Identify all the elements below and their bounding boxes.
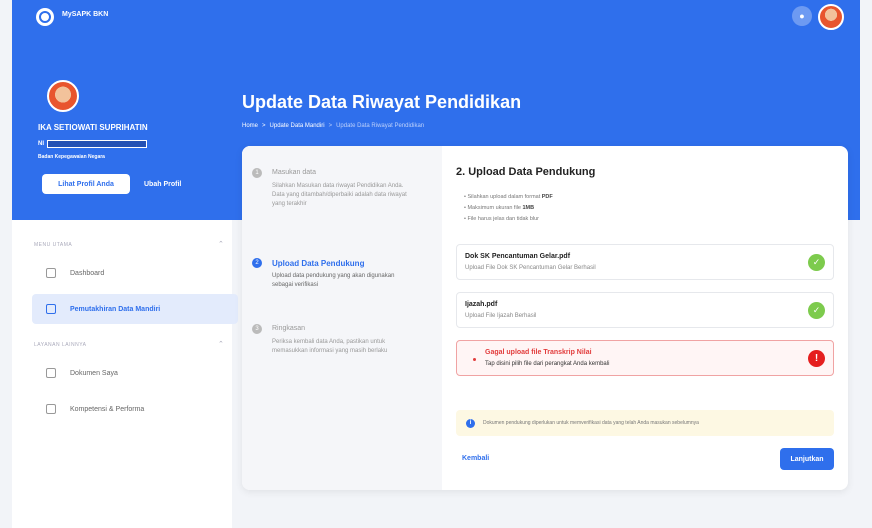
step-title: Masukan data [272, 169, 316, 176]
file-name: Ijazah.pdf [465, 301, 498, 308]
info-banner: i Dokumen pendukung diperlukan untuk mem… [456, 410, 834, 436]
breadcrumb-home[interactable]: Home [242, 123, 258, 129]
view-profile-button[interactable]: Lihat Profil Anda [42, 174, 130, 194]
nip-redacted-value [47, 140, 147, 148]
sidebar-item-label: Pemutakhiran Data Mandiri [70, 305, 161, 313]
check-icon: ✓ [808, 302, 825, 319]
upload-rules: Silahkan upload dalam format PDF Maksimu… [464, 192, 553, 225]
check-icon: ✓ [808, 254, 825, 271]
bullet-dot [473, 358, 476, 361]
step-title: Upload Data Pendukung [272, 259, 365, 268]
info-text: Dokumen pendukung diperlukan untuk memve… [483, 420, 699, 426]
app-logo-icon[interactable] [36, 8, 54, 26]
step-number: 1 [252, 168, 262, 178]
error-icon: ! [808, 350, 825, 367]
step-number: 2 [252, 258, 262, 268]
sidebar-item-dokumen[interactable]: Dokumen Saya [32, 358, 238, 388]
error-hint: Tap disini pilih file dari perangkat And… [485, 361, 610, 367]
stepper: 1 Masukan data Silahkan Masukan data riw… [242, 146, 442, 490]
step-number: 3 [252, 324, 262, 334]
step-description: Periksa kembali data Anda, pastikan untu… [272, 339, 388, 354]
profile-name: IKA SETIOWATI SUPRIHATIN [38, 123, 148, 132]
upload-error-transkrip[interactable]: Gagal upload file Transkrip Nilai Tap di… [456, 340, 834, 376]
sidebar-item-pemutakhiran[interactable]: Pemutakhiran Data Mandiri [32, 294, 238, 324]
continue-button[interactable]: Lanjutkan [780, 448, 834, 470]
breadcrumb-current: Update Data Riwayat Pendidikan [336, 123, 425, 129]
rule-item: Maksimum ukuran file 1MB [464, 203, 553, 214]
step-description: Silahkan Masukan data riwayat Pendidikan… [272, 183, 407, 207]
nip-label: NI [38, 141, 44, 147]
breadcrumb-separator: > [262, 123, 266, 129]
sidebar: MENU UTAMA ⌃ Dashboard Pemutakhiran Data… [12, 220, 238, 528]
breadcrumb-separator: > [328, 123, 333, 129]
file-status: Upload File Ijazah Berhasil [465, 313, 537, 319]
menu-section-main: MENU UTAMA [34, 242, 73, 248]
breadcrumb-update-data[interactable]: Update Data Mandiri [270, 123, 325, 129]
rule-item: Silahkan upload dalam format PDF [464, 192, 552, 203]
info-icon: i [466, 418, 475, 428]
user-avatar[interactable] [818, 4, 844, 30]
step-title: Ringkasan [272, 325, 306, 332]
chevron-up-icon[interactable]: ⌃ [218, 240, 224, 248]
notification-bell-icon[interactable]: ● [792, 6, 812, 26]
file-status: Upload File Dok SK Pencantuman Gelar Ber… [465, 265, 596, 271]
sidebar-item-kompetensi[interactable]: Kompetensi & Performa [32, 394, 238, 424]
uploaded-file-ijazah[interactable]: Ijazah.pdf Upload File Ijazah Berhasil ✓ [456, 292, 834, 328]
nip-row: NI [38, 140, 147, 148]
upload-card: 1 Masukan data Silahkan Masukan data riw… [242, 146, 848, 490]
rule-item: File harus jelas dan tidak blur [464, 214, 553, 225]
section-title: 2. Upload Data Pendukung [456, 166, 596, 178]
document-icon [46, 368, 56, 378]
organization-name: Badan Kepegawaian Negara [38, 154, 105, 160]
file-name: Dok SK Pencantuman Gelar.pdf [465, 253, 571, 260]
sidebar-item-label: Dokumen Saya [70, 369, 118, 377]
error-title: Gagal upload file Transkrip Nilai [485, 349, 592, 356]
sidebar-item-dashboard[interactable]: Dashboard [32, 258, 238, 288]
profile-avatar [47, 80, 79, 112]
uploaded-file-sk[interactable]: Dok SK Pencantuman Gelar.pdf Upload File… [456, 244, 834, 280]
breadcrumb: Home > Update Data Mandiri > Update Data… [242, 123, 424, 129]
competency-icon [46, 404, 56, 414]
dashboard-icon [46, 268, 56, 278]
step-description: Upload data pendukung yang akan digunaka… [272, 273, 395, 288]
edit-profile-button[interactable]: Ubah Profil [144, 174, 181, 194]
back-button[interactable]: Kembali [462, 455, 489, 462]
page-title: Update Data Riwayat Pendidikan [242, 92, 522, 112]
sidebar-item-label: Kompetensi & Performa [70, 405, 145, 413]
data-update-icon [46, 304, 56, 314]
menu-section-other: LAYANAN LAINNYA [34, 342, 87, 348]
app-name: MySAPK BKN [62, 11, 109, 18]
chevron-up-icon[interactable]: ⌃ [218, 340, 224, 348]
sidebar-item-label: Dashboard [70, 269, 105, 277]
